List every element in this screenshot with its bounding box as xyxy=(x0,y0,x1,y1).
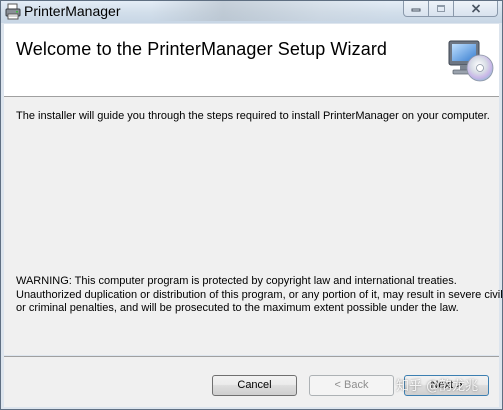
maximize-button[interactable] xyxy=(429,1,454,17)
title-bar-blur xyxy=(151,1,391,21)
close-button[interactable] xyxy=(454,1,498,17)
watermark: 知乎 @韵龙兆 xyxy=(396,379,479,394)
warning-line: or criminal penalties, and will be prose… xyxy=(16,302,459,314)
copyright-warning: WARNING: This computer program is protec… xyxy=(16,275,503,316)
wizard-header: Welcome to the PrinterManager Setup Wiza… xyxy=(4,24,499,97)
intro-text: The installer will guide you through the… xyxy=(16,110,490,122)
wizard-body: The installer will guide you through the… xyxy=(4,97,503,355)
cancel-button[interactable]: Cancel xyxy=(212,375,297,396)
wizard-footer: Cancel < Back Next > 知乎 @韵龙兆 xyxy=(4,356,499,407)
caption-buttons xyxy=(403,1,498,17)
minimize-icon xyxy=(411,8,421,11)
minimize-button[interactable] xyxy=(403,1,429,17)
title-bar[interactable]: PrinterManager xyxy=(1,1,502,23)
close-icon xyxy=(471,4,480,13)
maximize-icon xyxy=(437,5,445,12)
page-title: Welcome to the PrinterManager Setup Wiza… xyxy=(16,39,388,59)
installer-app-icon xyxy=(5,3,21,20)
warning-line: Unauthorized duplication or distribution… xyxy=(16,288,503,301)
window-title: PrinterManager xyxy=(24,3,121,19)
computer-with-disc-icon xyxy=(447,39,495,83)
back-button[interactable]: < Back xyxy=(309,375,394,396)
warning-line: WARNING: This computer program is protec… xyxy=(16,275,457,287)
installer-window: PrinterManager Welcome to the PrinterMan… xyxy=(0,0,503,410)
